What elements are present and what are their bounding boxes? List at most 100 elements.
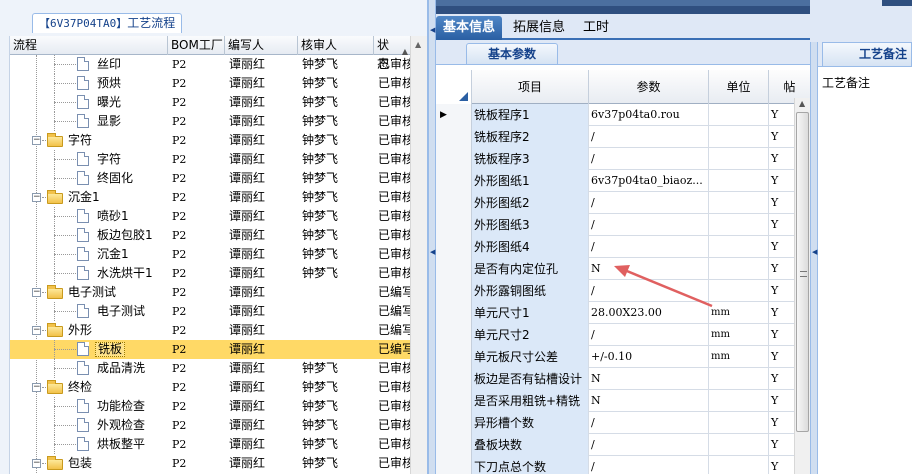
collapse-left-icon[interactable]: ◀ [430,26,435,34]
cell-reviewer [298,340,374,359]
collapse-right-icon[interactable]: ◀ [812,248,817,256]
tree-folder-row[interactable]: − 电子测试 P2 谭丽红 已编写 [10,283,410,302]
process-tree-tab[interactable]: 【6V37P04TA0】工艺流程 [32,13,183,33]
cell-reviewer: 钟梦飞 [302,114,339,128]
tree-guide-line [54,444,76,445]
tree-guide-line [42,330,46,331]
col-header-status[interactable]: 状态 ▲ [374,36,410,71]
cell-status: 已审核 [378,209,410,223]
tree-guide-line [54,311,76,312]
collapse-toggle-icon[interactable]: − [32,383,41,392]
tree-node-label: 曝光 [97,95,122,109]
tree-row[interactable]: 显影 P2 谭丽红 钟梦飞 已审核 [10,112,410,131]
cell-reviewer: 钟梦飞 [302,399,339,413]
cell-process-name: 曝光 [10,93,168,112]
tree-folder-row[interactable]: − 终检 P2 谭丽红 钟梦飞 已审核 [10,378,410,397]
collapse-toggle-icon[interactable]: − [32,193,41,202]
collapse-toggle-icon[interactable]: − [32,326,41,335]
tree-node-label: 电子测试 [97,304,146,318]
remarks-label: 工艺备注 [822,76,871,90]
tree-node-label: 终固化 [97,171,134,185]
cell-reviewer [298,321,374,340]
tree-row[interactable]: 丝印 P2 谭丽红 钟梦飞 已审核 [10,55,410,74]
tree-row[interactable]: 沉金1 P2 谭丽红 钟梦飞 已审核 [10,245,410,264]
tree-row[interactable]: 铣板 P2谭丽红 已编写 [10,340,410,359]
tree-guide-line [54,368,76,369]
cell-status: 已审核 [378,399,410,413]
tab-process-remarks[interactable]: 工艺备注 [822,42,912,66]
tree-node-label: 功能检查 [97,399,146,413]
cell-reviewer: 钟梦飞 [302,190,339,204]
cell-process-name: − 电子测试 [10,283,168,302]
tree-folder-row[interactable]: − 包装 P2 谭丽红 钟梦飞 已审核 [10,454,410,473]
tree-row[interactable]: 终固化 P2 谭丽红 钟梦飞 已审核 [10,169,410,188]
cell-writer: 谭丽红 [229,171,266,185]
cell-reviewer: 钟梦飞 [302,76,339,90]
left-splitter[interactable]: ◀ ◀ [428,0,436,474]
splitter-arrow-icon[interactable]: ◀ [430,248,435,256]
cell-status: 已审核 [378,114,410,128]
collapse-toggle-icon[interactable]: − [32,136,41,145]
tree-folder-row[interactable]: − 外形 P2 谭丽红 已编写 [10,321,410,340]
tree-row[interactable]: 预烘 P2 谭丽红 钟梦飞 已审核 [10,74,410,93]
cell-writer: 谭丽红 [229,57,266,71]
tree-folder-row[interactable]: − 沉金1 P2 谭丽红 钟梦飞 已审核 [10,188,410,207]
right-splitter[interactable]: ◀ [810,42,818,474]
tree-guide-line [54,121,76,122]
cell-bom: P2 [172,58,187,71]
cell-reviewer: 钟梦飞 [302,437,339,451]
tree-row[interactable]: 喷砂1 P2 谭丽红 钟梦飞 已审核 [10,207,410,226]
remarks-body: 工艺备注 [818,66,912,474]
collapse-toggle-icon[interactable]: − [32,288,41,297]
cell-process-name: 烘板整平 [10,435,168,454]
col-header-bom[interactable]: BOM工厂 [168,36,225,55]
col-header-writer[interactable]: 编写人 [225,36,298,55]
tree-row[interactable]: 水洗烘干1 P2 谭丽红 钟梦飞 已审核 [10,264,410,283]
cell-status: 已审核 [378,190,410,204]
document-icon [77,418,89,432]
cell-reviewer [298,302,374,321]
cell-reviewer: 钟梦飞 [302,152,339,166]
cell-writer: 谭丽红 [229,95,266,109]
col-header-process[interactable]: 流程 [10,36,168,55]
tree-row[interactable]: 板边包胶1 P2 谭丽红 钟梦飞 已审核 [10,226,410,245]
tree-guide-line [54,349,76,350]
tree-row[interactable]: 曝光 P2 谭丽红 钟梦飞 已审核 [10,93,410,112]
process-tree-panel: 【6V37P04TA0】工艺流程 流程 BOM工厂 编写人 核审人 状态 ▲ 丝印… [0,0,428,474]
tree-row[interactable]: 成品清洗 P2 谭丽红 钟梦飞 已审核 [10,359,410,378]
col-header-reviewer[interactable]: 核审人 [298,36,374,55]
scroll-up-icon[interactable]: ▲ [415,40,421,49]
tree-row[interactable]: 功能检查 P2 谭丽红 钟梦飞 已审核 [10,397,410,416]
cell-reviewer: 钟梦飞 [302,361,339,375]
cell-writer: 谭丽红 [229,399,266,413]
cell-status: 已审核 [378,57,410,71]
document-icon [77,95,89,109]
tree-row[interactable]: 外观检查 P2 谭丽红 钟梦飞 已审核 [10,416,410,435]
document-icon [77,361,89,375]
cell-writer: 谭丽红 [229,228,266,242]
cell-reviewer: 钟梦飞 [302,171,339,185]
cell-process-name: 终固化 [10,169,168,188]
collapse-toggle-icon[interactable]: − [32,459,41,468]
document-icon [77,399,89,413]
cell-writer: 谭丽红 [229,266,266,280]
cell-writer: 谭丽红 [229,380,266,394]
cell-status: 已审核 [378,380,410,394]
tree-node-label: 沉金1 [68,190,100,204]
document-icon [77,57,89,71]
cell-reviewer: 钟梦飞 [302,418,339,432]
cell-process-name: 板边包胶1 [10,226,168,245]
tree-guide-line [54,159,76,160]
tree-row[interactable]: 电子测试 P2 谭丽红 已编写 [10,302,410,321]
left-collapse-strip[interactable] [0,36,10,474]
tree-folder-row[interactable]: − 字符 P2 谭丽红 钟梦飞 已审核 [10,131,410,150]
tree-row[interactable]: 字符 P2 谭丽红 钟梦飞 已审核 [10,150,410,169]
tree-node-label: 电子测试 [68,285,117,299]
cell-status: 已审核 [378,228,410,242]
document-icon [77,114,89,128]
document-icon [77,152,89,166]
tree-vertical-scrollbar[interactable]: ▲ [410,36,427,474]
cell-status: 已编写 [378,323,410,337]
tree-guide-line [54,235,76,236]
tree-row[interactable]: 烘板整平 P2 谭丽红 钟梦飞 已审核 [10,435,410,454]
